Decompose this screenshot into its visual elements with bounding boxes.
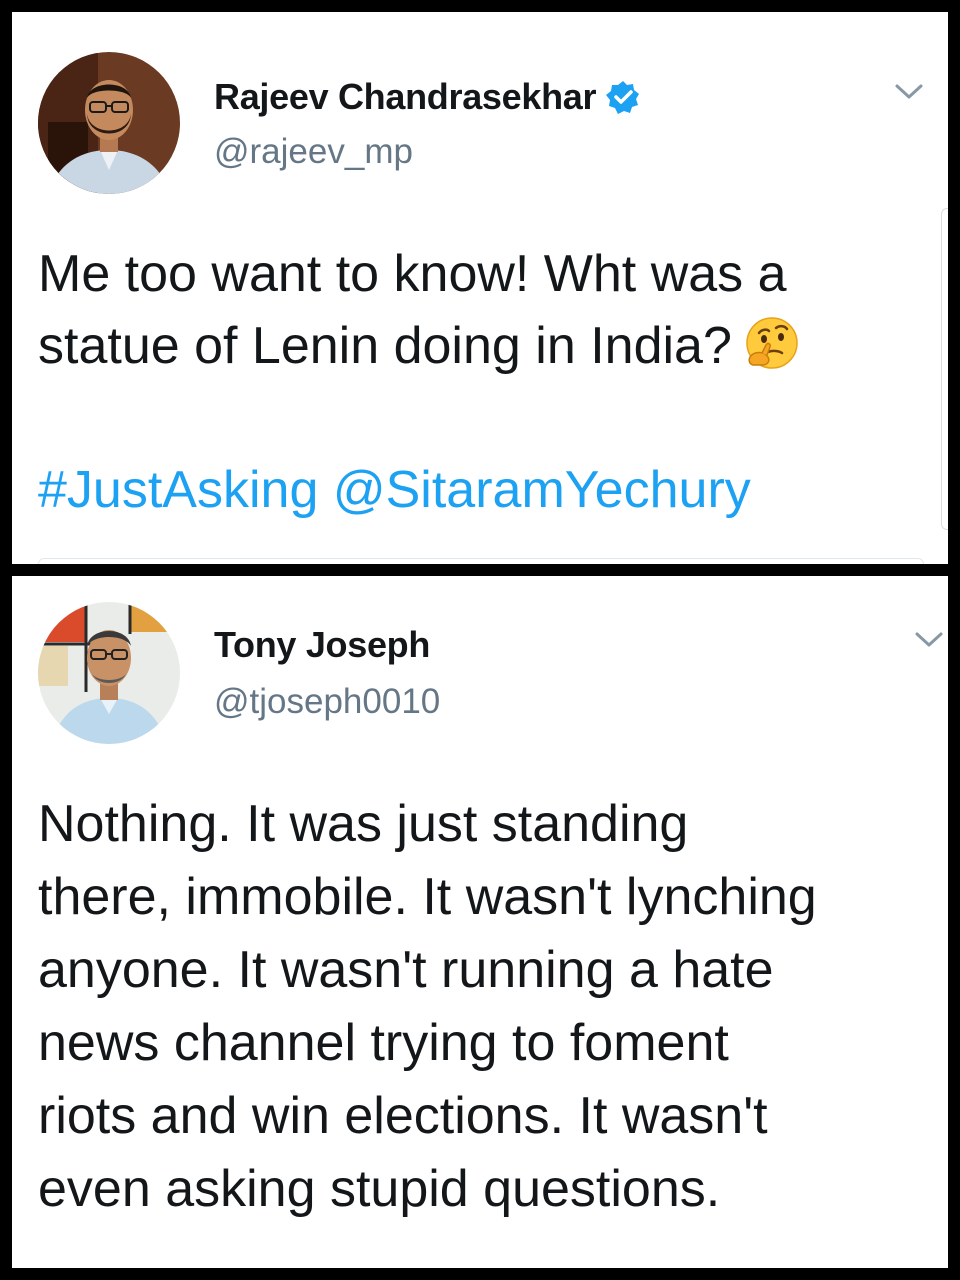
mention-link[interactable]: @SitaramYechury [333, 461, 751, 519]
avatar[interactable] [38, 52, 180, 194]
avatar[interactable] [38, 602, 180, 744]
tweet-card-rajeev[interactable]: Rajeev Chandrasekhar @rajeev_mp Me too w… [12, 12, 948, 564]
author-handle[interactable]: @tjoseph0010 [214, 682, 440, 722]
tweet-links: #JustAsking @SitaramYechury [38, 454, 751, 526]
tweet-text: Nothing. It was just standing there, imm… [38, 795, 817, 1218]
chevron-down-icon[interactable] [914, 630, 944, 650]
hashtag-link[interactable]: #JustAsking [38, 461, 318, 519]
author-name[interactable]: Rajeev Chandrasekhar [214, 76, 597, 118]
author-row: Tony Joseph [214, 624, 430, 666]
profile-photo [38, 602, 180, 744]
tweet-card-tony[interactable]: Tony Joseph @tjoseph0010 Nothing. It was… [12, 576, 948, 1268]
verified-badge-icon [606, 81, 640, 114]
tweet-body: Me too want to know! Wht was a statue of… [38, 245, 787, 375]
author-handle[interactable]: @rajeev_mp [214, 132, 413, 172]
thinking-face-emoji [746, 317, 798, 369]
tweet-text: Me too want to know! Wht was a statue of… [38, 238, 928, 382]
author-name[interactable]: Tony Joseph [214, 624, 430, 666]
profile-photo [38, 52, 180, 194]
chevron-down-icon[interactable] [894, 82, 924, 102]
embedded-card-edge [38, 558, 924, 564]
author-row: Rajeev Chandrasekhar [214, 76, 640, 118]
scrollbar[interactable] [941, 208, 948, 530]
